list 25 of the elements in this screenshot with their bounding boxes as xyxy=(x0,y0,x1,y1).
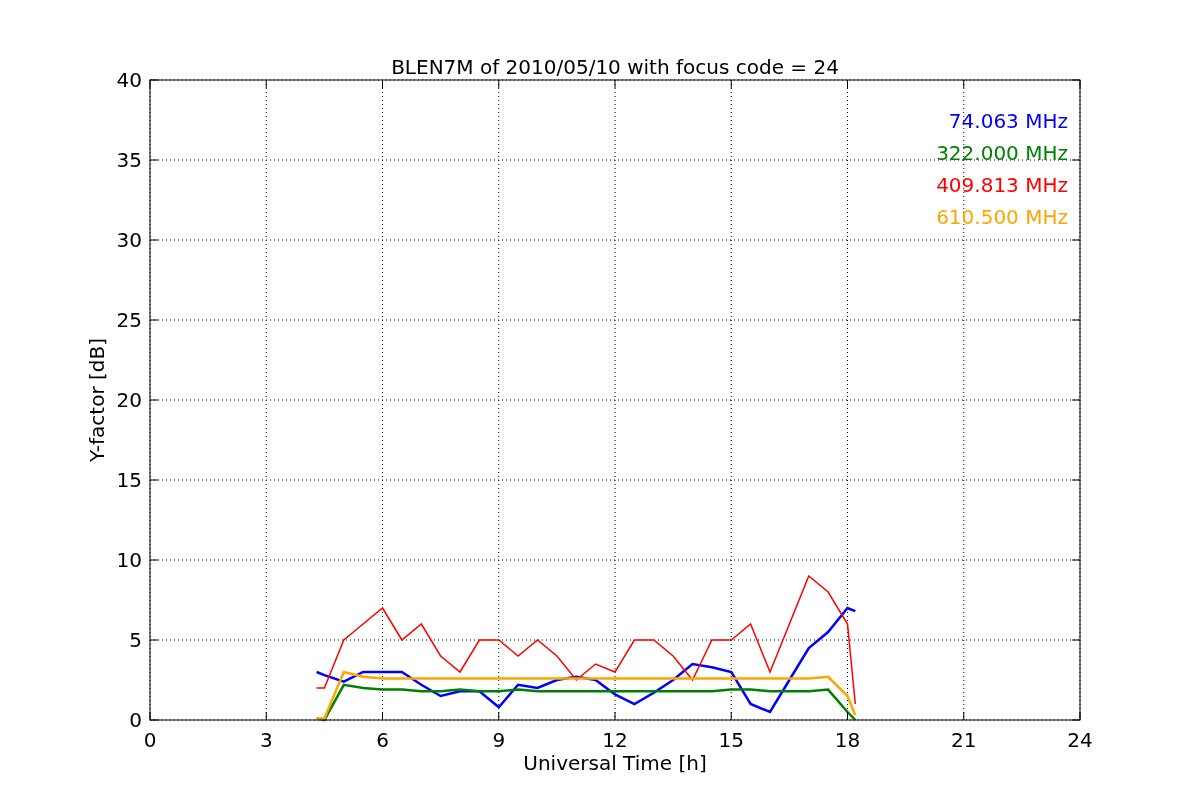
y-tick-label: 0 xyxy=(129,708,142,732)
legend-label: 322.000 MHz xyxy=(936,141,1068,165)
y-tick-label: 10 xyxy=(116,548,142,572)
y-tick-label: 15 xyxy=(116,468,142,492)
x-tick-label: 3 xyxy=(259,728,273,752)
x-tick-label: 21 xyxy=(951,728,977,752)
x-tick-label: 24 xyxy=(1067,728,1093,752)
y-tick-label: 20 xyxy=(116,388,142,412)
x-tick-label: 0 xyxy=(143,728,157,752)
y-axis-label: Y-factor [dB] xyxy=(85,338,109,462)
x-axis-label: Universal Time [h] xyxy=(523,751,707,775)
chart-title: BLEN7M of 2010/05/10 with focus code = 24 xyxy=(391,55,839,79)
x-tick-label: 9 xyxy=(492,728,506,752)
y-tick-label: 35 xyxy=(116,148,142,172)
legend-label: 74.063 MHz xyxy=(948,109,1068,133)
legend-label: 409.813 MHz xyxy=(936,173,1068,197)
x-tick-label: 6 xyxy=(376,728,389,752)
x-tick-label: 12 xyxy=(602,728,628,752)
y-tick-label: 30 xyxy=(116,228,142,252)
x-tick-label: 15 xyxy=(718,728,744,752)
y-tick-label: 40 xyxy=(116,68,142,92)
y-tick-label: 25 xyxy=(116,308,142,332)
legend-label: 610.500 MHz xyxy=(936,205,1068,229)
y-tick-label: 5 xyxy=(129,628,142,652)
x-tick-label: 18 xyxy=(834,728,861,752)
